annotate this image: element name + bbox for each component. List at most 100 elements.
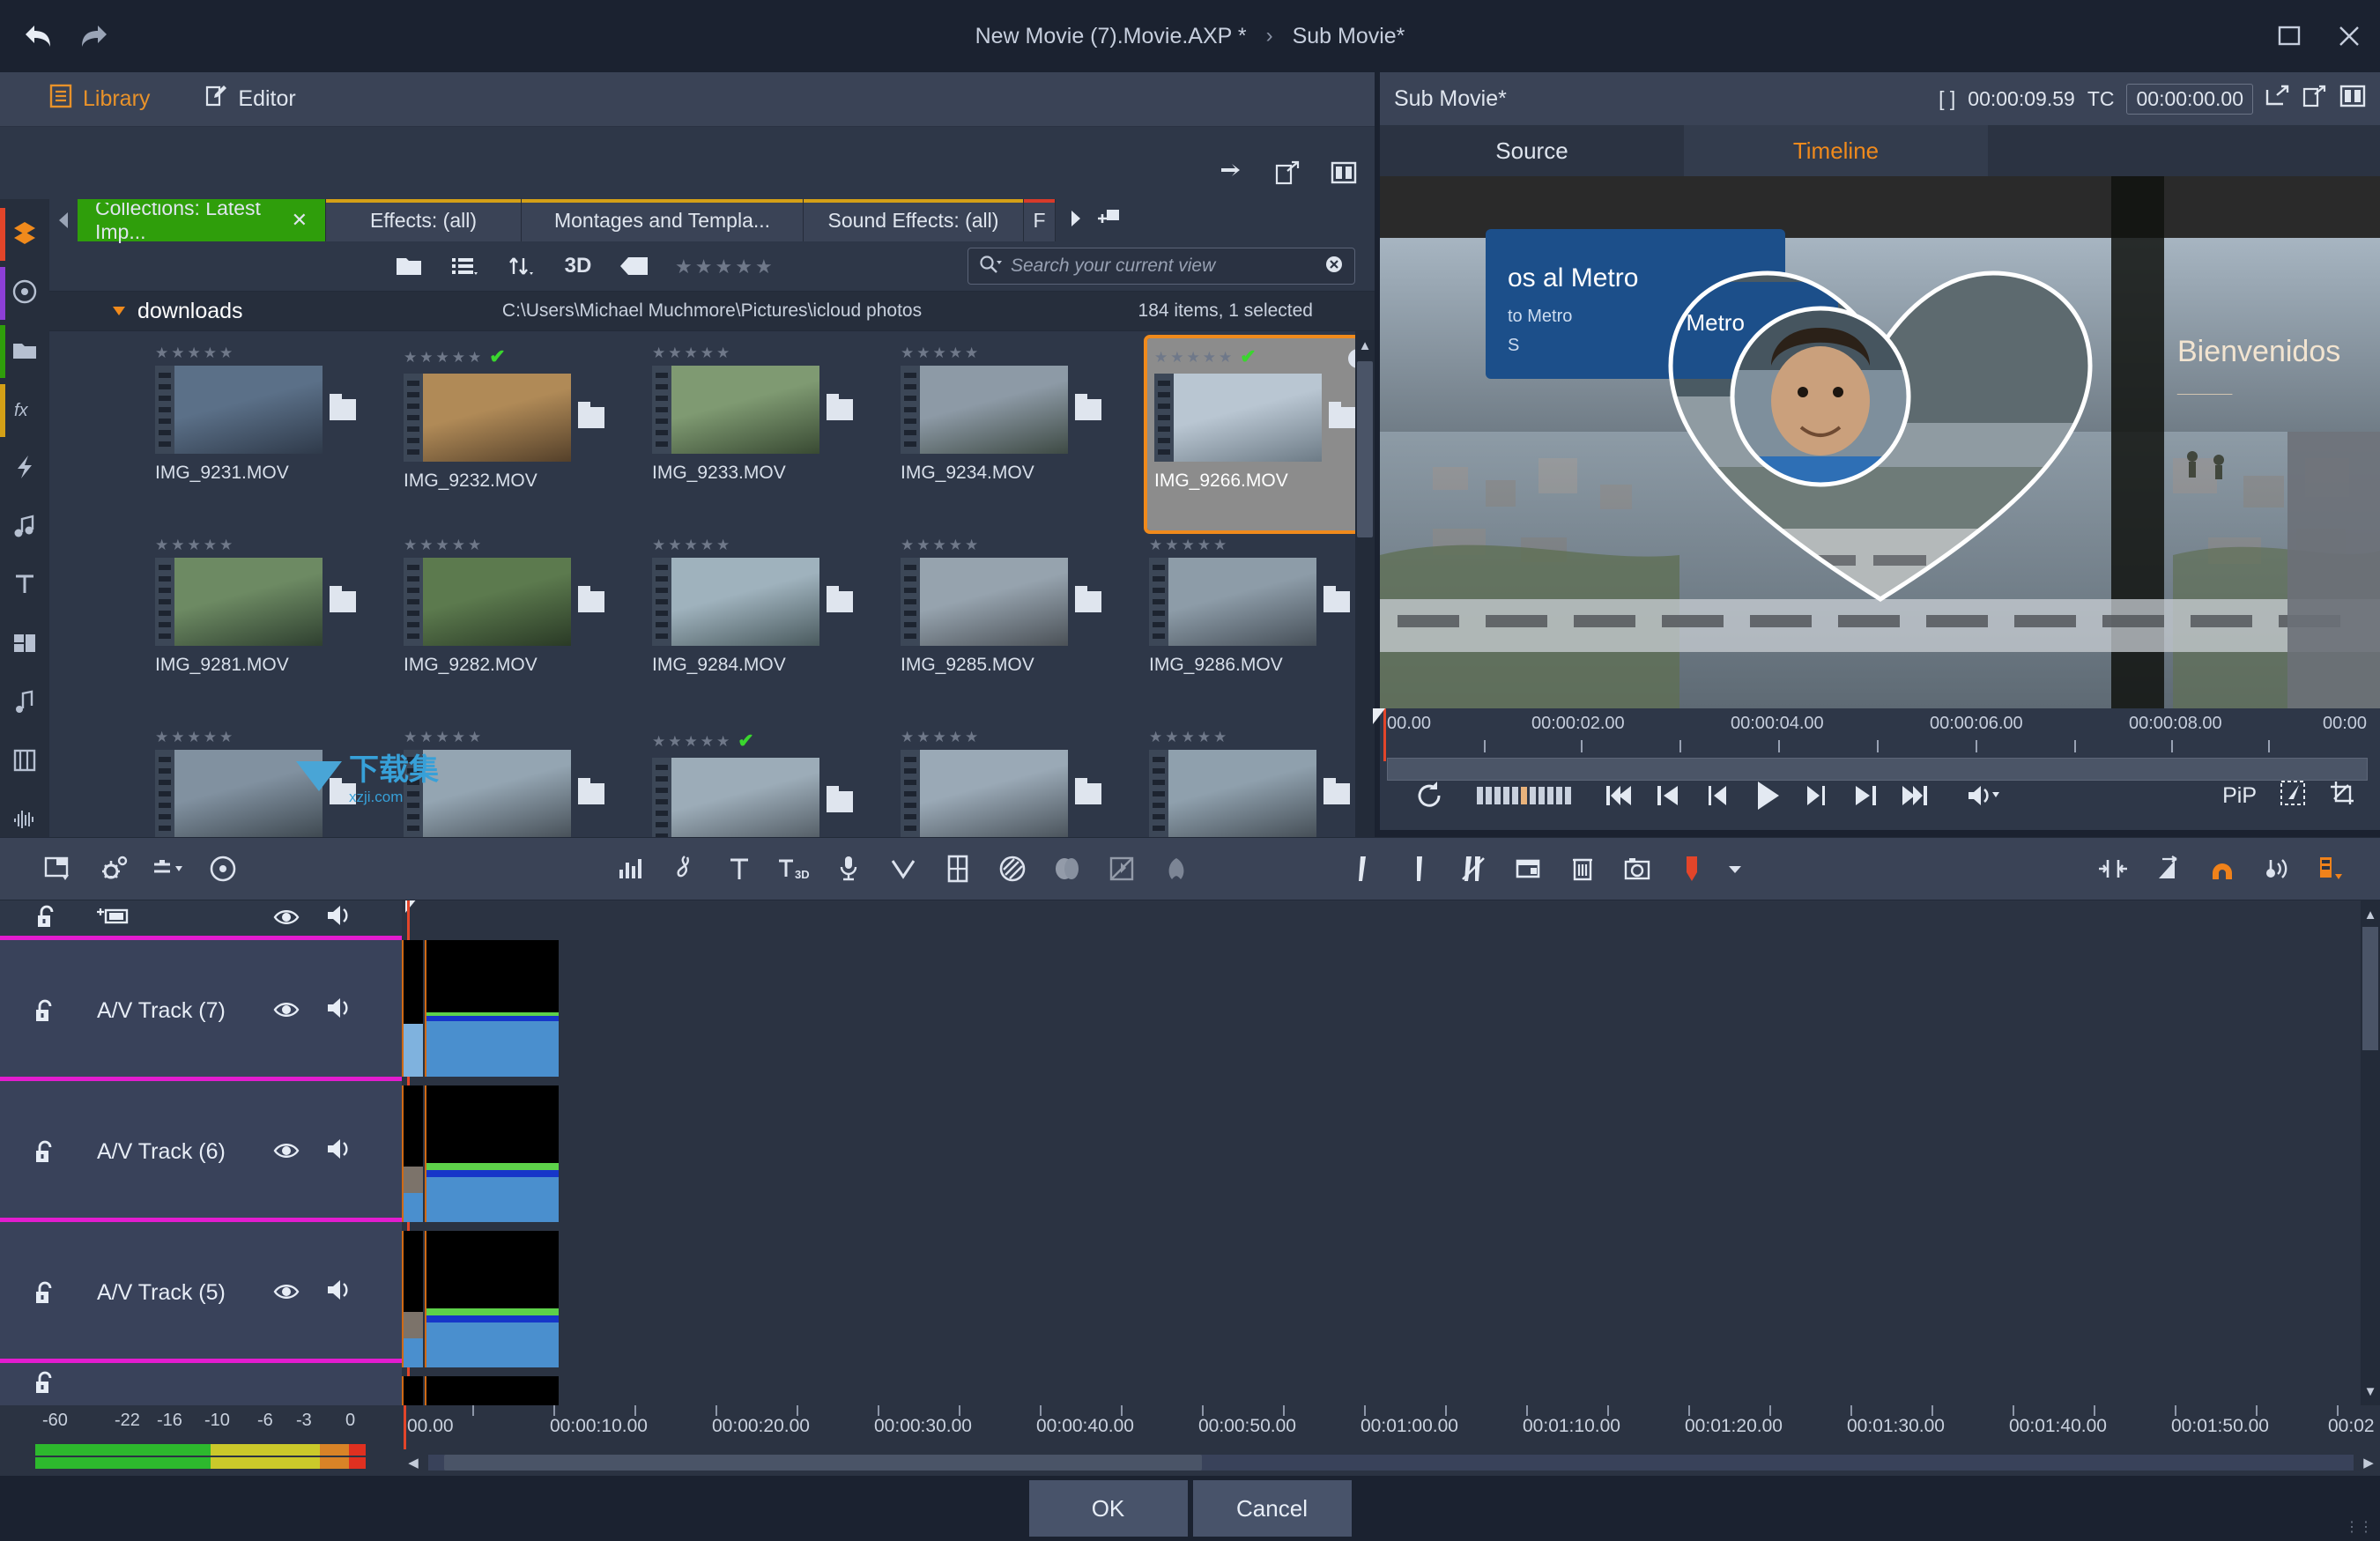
- star-icon[interactable]: ★: [1182, 730, 1195, 745]
- rating-filter-stars[interactable]: ★ ★ ★ ★ ★: [675, 256, 773, 276]
- timeline-clip[interactable]: [425, 940, 559, 1077]
- breadcrumb-folder[interactable]: downloads: [111, 299, 243, 324]
- thumbnail-image[interactable]: [1154, 374, 1355, 462]
- star-icon[interactable]: ★: [468, 537, 481, 552]
- rating-stars[interactable]: ★ ★ ★ ★ ★: [652, 537, 893, 552]
- search-input[interactable]: [1011, 256, 1316, 277]
- settings-gear-icon[interactable]: [86, 842, 141, 895]
- star-icon[interactable]: ★: [419, 730, 433, 745]
- thumbnail-image[interactable]: [404, 558, 604, 646]
- timeline-clip[interactable]: [425, 1085, 559, 1222]
- star-icon[interactable]: ★: [716, 734, 730, 749]
- split-layout-icon[interactable]: [2339, 85, 2366, 113]
- star-icon[interactable]: ★: [1219, 350, 1232, 365]
- star-icon[interactable]: ★: [1170, 350, 1183, 365]
- marker-dropdown-icon[interactable]: [1719, 842, 1751, 895]
- clear-icon[interactable]: [1324, 255, 1344, 278]
- star-icon[interactable]: ★: [1165, 537, 1178, 552]
- scroll-thumb[interactable]: [444, 1455, 1202, 1471]
- star-icon[interactable]: ★: [1197, 537, 1211, 552]
- star-icon[interactable]: ★: [949, 345, 962, 360]
- audio-scrub-icon[interactable]: [2250, 842, 2304, 895]
- scroll-up-icon[interactable]: ▲: [2362, 902, 2378, 927]
- tc-value[interactable]: 00:00:00.00: [2126, 83, 2253, 115]
- media-thumbnail[interactable]: ★ ★ ★ ★ ★ IMG_9286.MOV: [1142, 530, 1375, 722]
- audio-icon[interactable]: [326, 996, 356, 1024]
- star-icon[interactable]: ★: [452, 730, 465, 745]
- rating-stars[interactable]: ★ ★ ★ ★ ★ ✔: [652, 730, 893, 752]
- swap-panel-icon[interactable]: [1216, 158, 1246, 188]
- audio-icon[interactable]: [326, 904, 356, 931]
- video-preview-stage[interactable]: os al Metro to Metro S Bienvenidos _____…: [1380, 176, 2380, 708]
- marker-icon[interactable]: [1665, 842, 1719, 895]
- rail-montages-icon[interactable]: [0, 325, 49, 378]
- star-icon[interactable]: ★: [171, 345, 184, 360]
- visibility-icon[interactable]: [273, 1000, 300, 1024]
- tab-source[interactable]: Source: [1380, 125, 1684, 176]
- thumbnail-image[interactable]: [1149, 558, 1350, 646]
- star-icon[interactable]: ★: [468, 730, 481, 745]
- unlock-icon[interactable]: [35, 904, 58, 935]
- star-icon[interactable]: ★: [949, 537, 962, 552]
- collection-tab-partial[interactable]: F: [1024, 199, 1056, 241]
- folder-badge-icon[interactable]: [1329, 402, 1355, 428]
- star-icon[interactable]: ★: [933, 730, 946, 745]
- media-thumbnail[interactable]: ★ ★ ★ ★ ★ IMG_9284.MOV: [645, 530, 893, 722]
- split-screen-icon[interactable]: [930, 842, 985, 895]
- visibility-icon[interactable]: [273, 1282, 300, 1306]
- media-thumbnail[interactable]: ★ ★ ★ ★ ★ ✔ IMG_9232.MOV: [397, 338, 645, 530]
- thumbnail-image[interactable]: [404, 374, 604, 462]
- color-grading-icon[interactable]: [985, 842, 1040, 895]
- folder-badge-icon[interactable]: [330, 778, 356, 804]
- star-icon[interactable]: ★: [933, 345, 946, 360]
- star-icon[interactable]: ★: [965, 730, 978, 745]
- visibility-icon[interactable]: [273, 1141, 300, 1165]
- tabs-scroll-right-icon[interactable]: [1068, 209, 1084, 233]
- scroll-right-icon[interactable]: ▶: [2357, 1451, 2380, 1474]
- track-row-av7[interactable]: A/V Track (7): [0, 936, 402, 1077]
- star-icon[interactable]: ★: [219, 537, 233, 552]
- star-icon[interactable]: ★: [1149, 537, 1162, 552]
- rating-stars[interactable]: ★ ★ ★ ★ ★: [155, 537, 397, 552]
- ok-button[interactable]: OK: [1028, 1480, 1188, 1537]
- mark-out-icon[interactable]: [1391, 842, 1446, 895]
- folder-badge-icon[interactable]: [1075, 778, 1101, 804]
- scroll-thumb[interactable]: [2362, 927, 2378, 1050]
- star-icon[interactable]: ★: [1182, 537, 1195, 552]
- unlock-icon[interactable]: [33, 1139, 56, 1170]
- collection-tab-sound-effects[interactable]: Sound Effects: (all): [804, 199, 1024, 241]
- motion-tracker-icon[interactable]: [876, 842, 930, 895]
- star-icon[interactable]: ★: [219, 730, 233, 745]
- star-icon[interactable]: ★: [419, 350, 433, 365]
- unlock-icon[interactable]: [33, 998, 56, 1029]
- add-track-icon[interactable]: [97, 906, 129, 931]
- redo-icon[interactable]: [76, 18, 113, 55]
- thumbnail-image[interactable]: [155, 750, 356, 838]
- star-icon[interactable]: ★: [419, 537, 433, 552]
- star-icon[interactable]: ★: [1203, 350, 1216, 365]
- folder-badge-icon[interactable]: [578, 778, 604, 804]
- close-icon[interactable]: ✕: [292, 209, 308, 232]
- ripple-icon[interactable]: [2140, 842, 2195, 895]
- media-thumbnail[interactable]: ★ ★ ★ ★ ★ IMG_9285.MOV: [893, 530, 1142, 722]
- audio-mixer-icon[interactable]: [603, 842, 657, 895]
- rating-stars[interactable]: ★ ★ ★ ★ ★: [901, 537, 1142, 552]
- clip-icon[interactable]: [1501, 842, 1555, 895]
- collection-tab-latest-import[interactable]: Collections: Latest Imp... ✕: [78, 196, 326, 243]
- timeline-clip[interactable]: [402, 1085, 423, 1222]
- star-icon[interactable]: ★: [1197, 730, 1211, 745]
- audio-icon[interactable]: [326, 1278, 356, 1306]
- folder-badge-icon[interactable]: [1323, 586, 1350, 612]
- resize-grip[interactable]: ⋮⋮: [2345, 1518, 2373, 1536]
- star-icon[interactable]: ★: [1213, 537, 1227, 552]
- collection-tab-montages[interactable]: Montages and Templa...: [522, 199, 804, 241]
- preview-ruler[interactable]: 00.00 00:00:02.00 00:00:04.00 00:00:06.0…: [1373, 708, 2380, 781]
- microphone-icon[interactable]: [821, 842, 876, 895]
- star-icon[interactable]: ★: [652, 734, 665, 749]
- hscroll-track[interactable]: [428, 1455, 2354, 1471]
- folder-badge-icon[interactable]: [1323, 778, 1350, 804]
- overlay-icon[interactable]: [1094, 842, 1149, 895]
- star-icon[interactable]: ★: [668, 537, 681, 552]
- star-icon[interactable]: ★: [916, 345, 930, 360]
- star-icon[interactable]: ★: [155, 730, 168, 745]
